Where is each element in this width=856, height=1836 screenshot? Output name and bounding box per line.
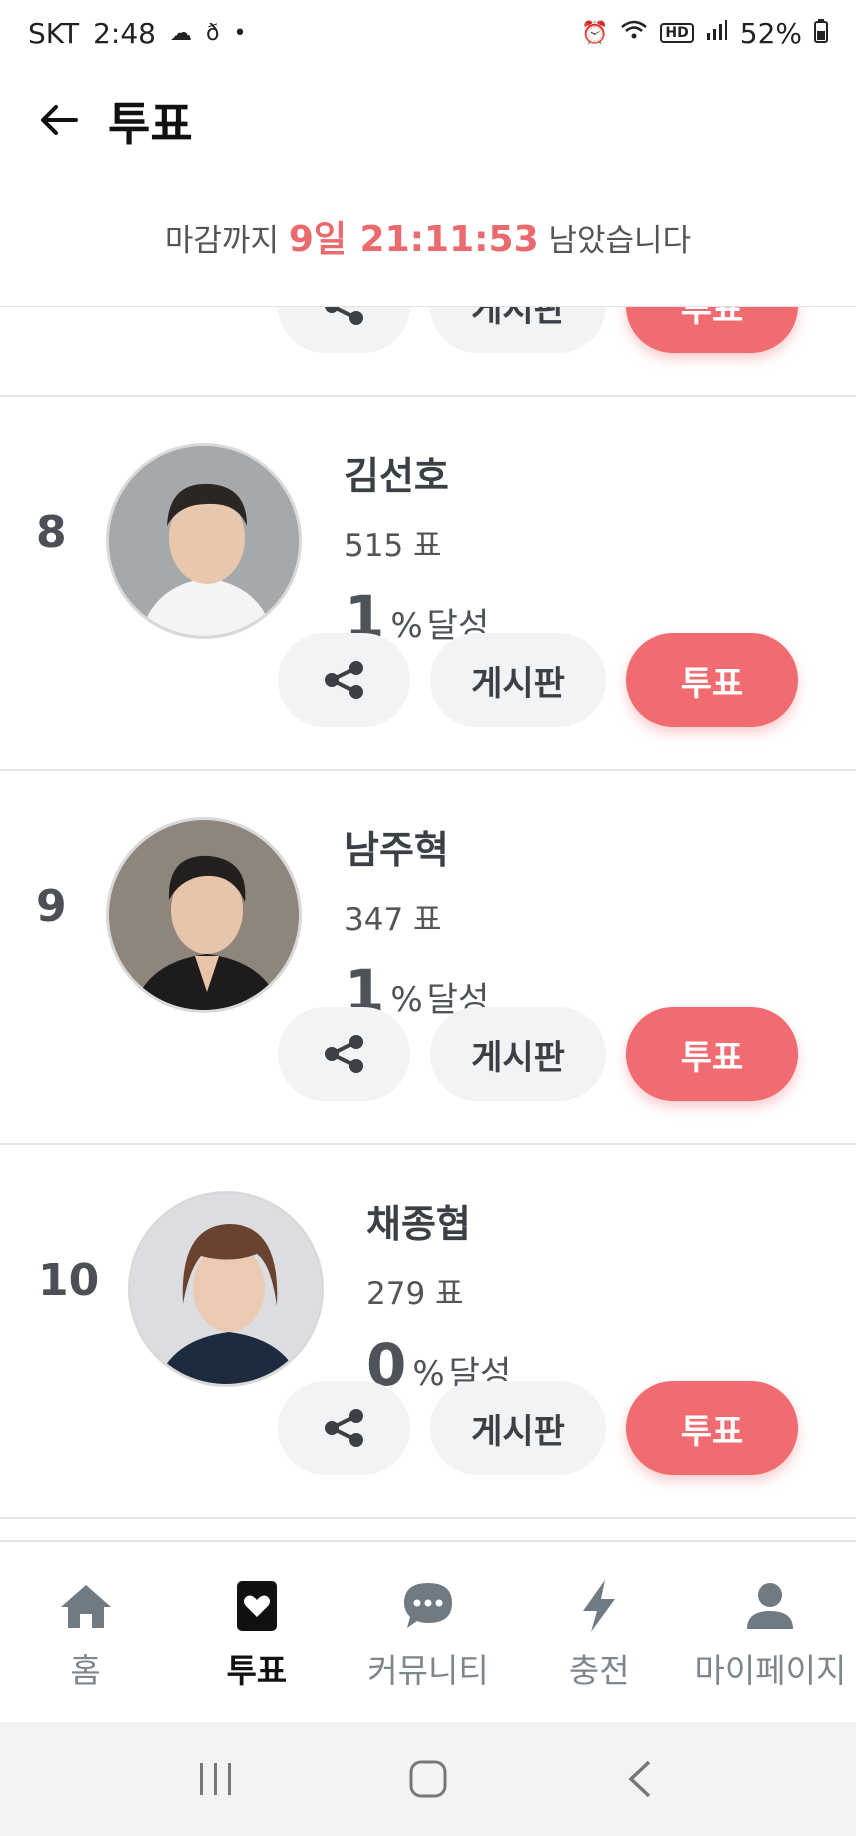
vote-button[interactable]: 투표 <box>626 1381 798 1475</box>
app-header: 투표 <box>0 66 856 176</box>
portrait-image <box>131 1194 321 1384</box>
candidate-card: 10 채종협 279 표 0 % 달성 게시판 투표 <box>0 1145 856 1519</box>
avatar[interactable] <box>128 1191 324 1387</box>
nav-charge[interactable]: 충전 <box>514 1542 685 1722</box>
share-icon <box>325 1035 363 1073</box>
carrier: SKT <box>28 16 80 50</box>
vote-heart-icon <box>236 1578 277 1634</box>
vote-button[interactable]: 투표 <box>626 1007 798 1101</box>
recent-apps-icon <box>200 1763 231 1795</box>
lightning-icon <box>579 1578 619 1634</box>
card-actions: 게시판 투표 <box>278 307 798 353</box>
bottom-nav: 홈 투표 커뮤니티 충전 마이페이지 <box>0 1540 856 1722</box>
back-system-button[interactable] <box>600 1744 680 1814</box>
share-icon <box>325 1409 363 1447</box>
card-actions: 게시판 투표 <box>278 1381 798 1475</box>
back-chevron-icon <box>628 1760 651 1798</box>
candidate-info: 남주혁 347 표 1 % 달성 <box>344 819 489 1025</box>
cloud-icon: ☁ <box>169 20 192 46</box>
rank-number: 10 <box>38 1255 100 1306</box>
card-actions: 게시판 투표 <box>278 633 798 727</box>
share-button[interactable] <box>278 1007 410 1101</box>
page-title: 투표 <box>108 97 193 151</box>
vote-button[interactable]: 투표 <box>626 307 798 353</box>
chat-bubble-icon <box>402 1578 454 1634</box>
vote-count: 347 표 <box>344 902 442 938</box>
nav-mypage[interactable]: 마이페이지 <box>685 1542 856 1722</box>
share-icon <box>325 661 363 699</box>
vote-count: 279 표 <box>366 1276 464 1312</box>
board-button[interactable]: 게시판 <box>430 1007 606 1101</box>
candidate-list[interactable]: 게시판 투표 8 김선호 515 표 1 % 달성 게시판 투표 9 남주혁 3… <box>0 306 856 1540</box>
candidate-card: 8 김선호 515 표 1 % 달성 게시판 투표 <box>0 397 856 771</box>
home-system-button[interactable] <box>388 1744 468 1814</box>
hd-voice-icon: HD <box>660 23 694 43</box>
rank-number: 8 <box>36 507 67 558</box>
share-icon <box>325 307 363 325</box>
signal-icon <box>706 19 728 47</box>
status-bar: SKT 2:48 ☁ ð • ⏰ HD 52% <box>0 0 856 66</box>
deadline-prefix: 마감까지 <box>164 223 279 259</box>
notification-icon: ð <box>205 20 220 46</box>
clock: 2:48 <box>93 16 156 50</box>
home-icon <box>59 1578 113 1634</box>
dot-icon: • <box>233 20 247 46</box>
share-button[interactable] <box>278 633 410 727</box>
rank-number: 9 <box>36 881 67 932</box>
vote-button[interactable]: 투표 <box>626 633 798 727</box>
portrait-image <box>109 820 299 1010</box>
candidate-info: 김선호 515 표 1 % 달성 <box>344 445 489 651</box>
wifi-icon <box>620 19 648 47</box>
person-icon <box>745 1578 795 1634</box>
candidate-card: 9 남주혁 347 표 1 % 달성 게시판 투표 <box>0 771 856 1145</box>
nav-label: 충전 <box>568 1651 630 1690</box>
deadline-suffix: 남았습니다 <box>548 223 692 259</box>
share-button[interactable] <box>278 1381 410 1475</box>
system-nav-bar <box>0 1722 856 1836</box>
deadline-banner: 마감까지 9일 21:11:53 남았습니다 <box>0 210 856 262</box>
alarm-icon: ⏰ <box>581 20 609 46</box>
deadline-time: 9일 21:11:53 <box>288 219 539 260</box>
card-actions: 게시판 투표 <box>278 1007 798 1101</box>
back-arrow-icon[interactable] <box>40 96 96 147</box>
vote-count: 515 표 <box>344 528 442 564</box>
board-button[interactable]: 게시판 <box>430 633 606 727</box>
share-button[interactable] <box>278 307 410 353</box>
battery-icon <box>814 17 828 50</box>
portrait-image <box>109 446 299 636</box>
candidate-card-partial: 게시판 투표 <box>0 307 856 397</box>
candidate-info: 채종협 279 표 0 % 달성 <box>366 1193 511 1399</box>
board-button[interactable]: 게시판 <box>430 1381 606 1475</box>
status-left: SKT 2:48 ☁ ð • <box>28 17 246 50</box>
board-button[interactable]: 게시판 <box>430 307 606 353</box>
recent-apps-button[interactable] <box>176 1744 256 1814</box>
candidate-name: 남주혁 <box>344 828 449 872</box>
nav-home[interactable]: 홈 <box>0 1542 171 1722</box>
battery-percent: 52% <box>739 16 802 50</box>
avatar[interactable] <box>106 443 302 639</box>
candidate-name: 김선호 <box>344 454 449 498</box>
nav-label: 커뮤니티 <box>367 1651 489 1690</box>
status-right: ⏰ HD 52% <box>581 17 828 50</box>
avatar[interactable] <box>106 817 302 1013</box>
candidate-name: 채종협 <box>366 1202 471 1246</box>
home-circle-icon <box>409 1760 447 1798</box>
nav-label: 마이페이지 <box>694 1651 847 1690</box>
nav-vote[interactable]: 투표 <box>171 1542 342 1722</box>
nav-label: 투표 <box>226 1651 288 1690</box>
nav-label: 홈 <box>70 1651 101 1690</box>
nav-community[interactable]: 커뮤니티 <box>342 1542 513 1722</box>
